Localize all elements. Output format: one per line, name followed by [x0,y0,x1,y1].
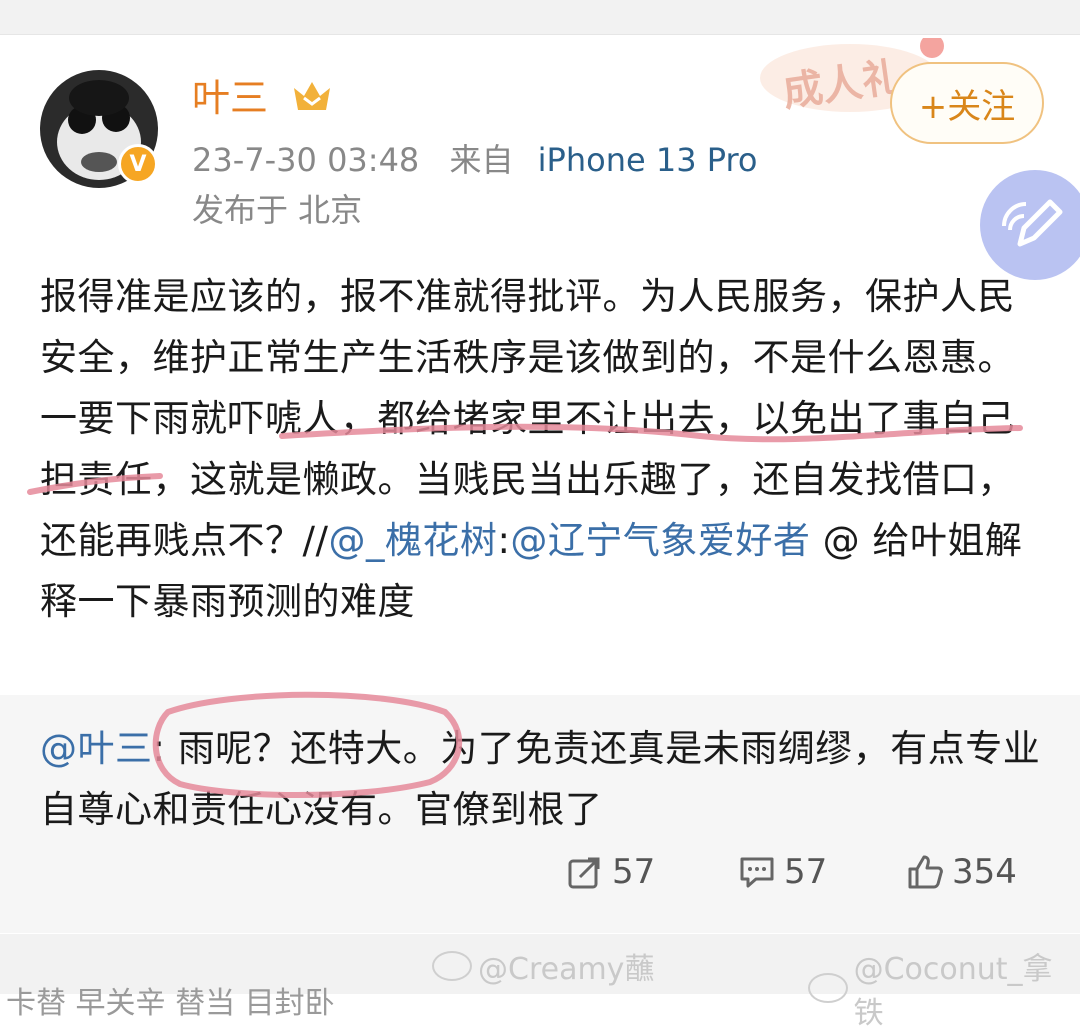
post-meta: 23-7-30 03:48 来自 iPhone 13 Pro [192,140,757,180]
watermark-text: @Creamy蘸 [478,952,655,987]
timestamp: 23-7-30 03:48 [192,141,420,179]
colon: : [152,727,166,770]
post-text: 报得准是应该的，报不准就得批评。为人民服务，保护人民安全，维护正常生产生活秩序是… [40,266,1040,632]
verified-badge-icon: V [118,144,158,184]
watermark: @Coconut_拿铁 [808,944,1080,1032]
edit-fab-button[interactable] [980,170,1080,280]
watermark-text: @Coconut_拿铁 [853,952,1053,1031]
quote-body: 雨呢？还特大。为了免责还真是未雨绸缪，有点专业自尊心和责任心没有。官僚到根了 [40,727,1041,831]
repost-icon [568,857,600,889]
follow-button[interactable]: +关注 [890,62,1044,144]
quote-mention-link[interactable]: @叶三 [40,727,153,770]
location: 发布于 北京 [192,191,363,229]
comment-count: 57 [784,852,828,892]
mention-link[interactable]: @辽宁气象爱好者 [510,519,810,562]
action-bar: 57 57 354 [0,852,1080,902]
repost-button[interactable]: 57 [566,852,655,892]
weibo-logo-icon [808,973,848,1003]
mention-link[interactable]: @_槐花树 [328,519,497,562]
like-button[interactable]: 354 [906,852,1017,892]
cut-off-text: 卡替 早关辛 替当 目封卧 [6,986,335,1021]
thumbs-up-icon [908,855,943,889]
watermark: @Creamy蘸 [432,944,654,988]
comment-button[interactable]: 57 [738,852,827,892]
repost-count: 57 [612,852,656,892]
username[interactable]: 叶三 [192,76,268,120]
source-prefix: 来自 [449,141,514,179]
quote-text: @叶三: 雨呢？还特大。为了免责还真是未雨绸缪，有点专业自尊心和责任心没有。官僚… [40,718,1050,840]
rank-crown-icon [294,82,330,110]
top-band [0,0,1080,35]
like-count: 354 [952,852,1017,892]
comment-icon [740,857,774,888]
pencil-icon [1002,199,1063,247]
weibo-logo-icon [432,951,472,981]
colon: : [497,519,511,562]
source-device: iPhone 13 Pro [537,141,758,179]
